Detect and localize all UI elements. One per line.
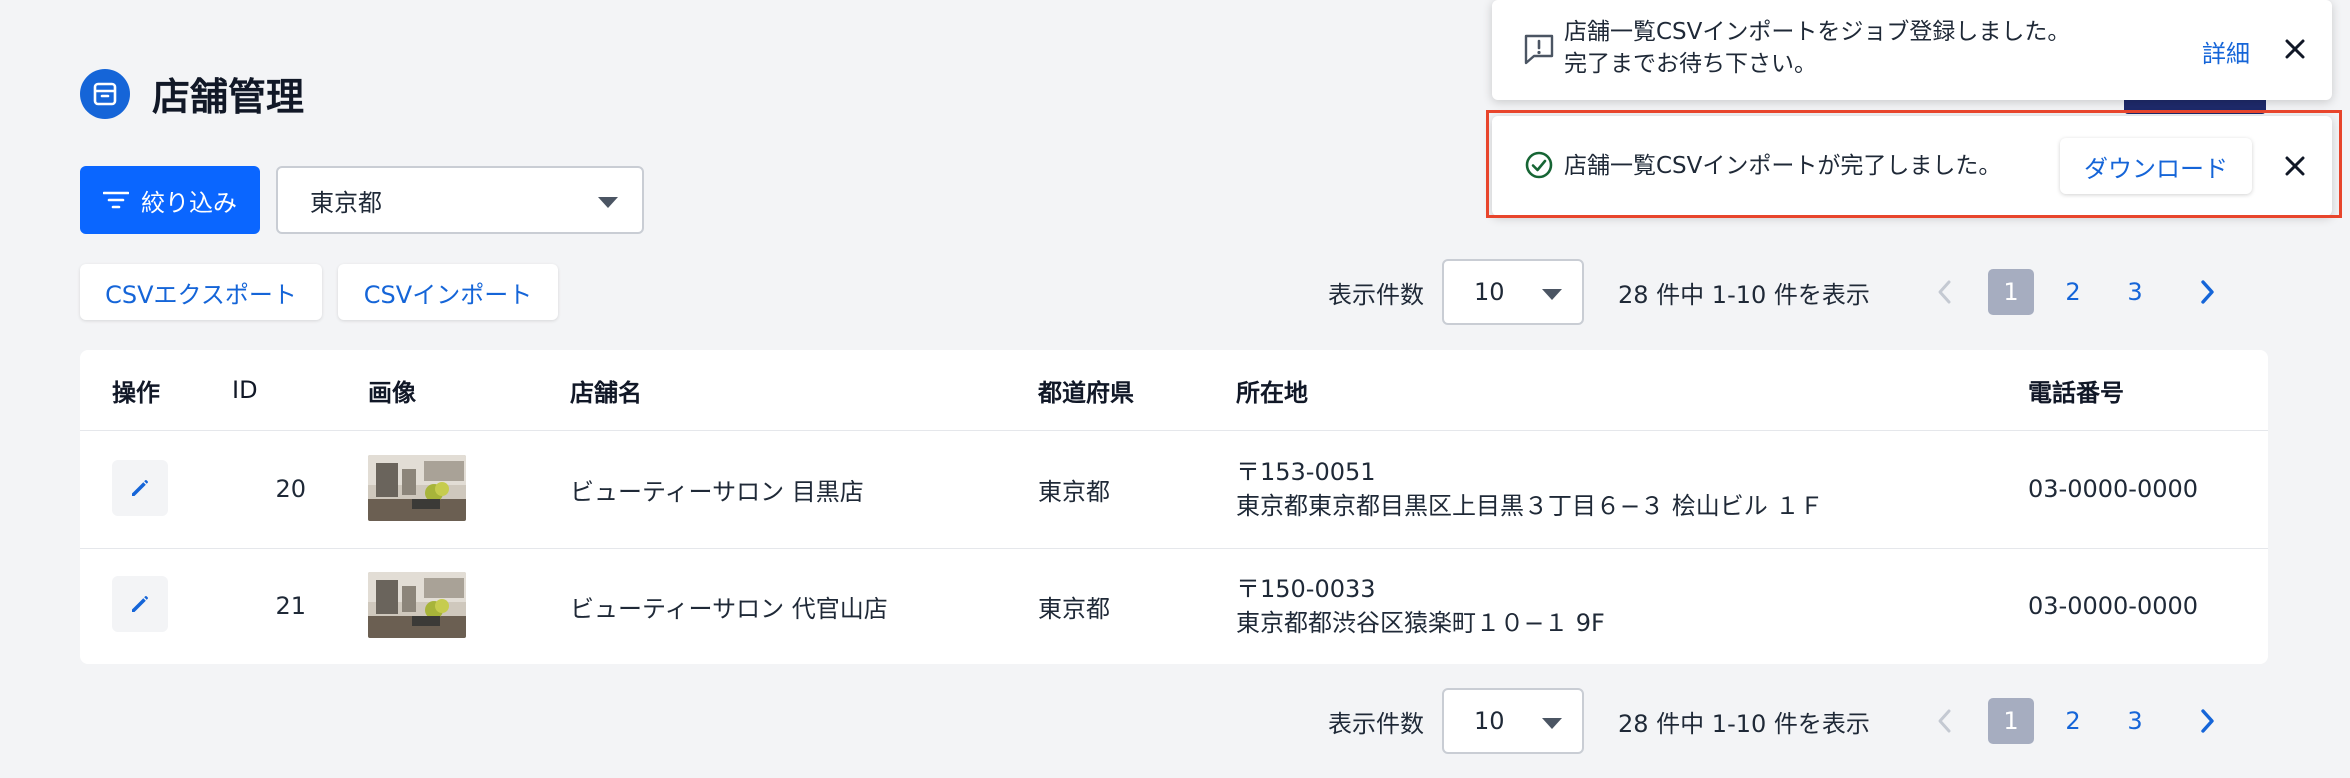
toast-line-1: 店舗一覧CSVインポートをジョブ登録しました。 <box>1564 19 2071 45</box>
page-3-button[interactable]: 3 <box>2112 698 2158 744</box>
chevron-right-icon <box>2201 709 2214 733</box>
page-1-button[interactable]: 1 <box>1988 698 2034 744</box>
header-address: 所在地 <box>1236 378 1308 407</box>
page-title: 店舗管理 <box>152 75 305 119</box>
pencil-icon <box>132 596 148 612</box>
toast-line-2: 完了までお待ち下さい。 <box>1564 51 1817 77</box>
chevron-left-icon <box>1938 280 1951 304</box>
archive-box-icon <box>80 68 130 119</box>
page-3-button[interactable]: 3 <box>2112 269 2158 315</box>
pencil-icon <box>132 480 148 496</box>
cell-address: 〒153-0051 東京都東京都目黒区上目黒３丁目６−３ 桧山ビル １Ｆ <box>1236 430 1823 548</box>
filter-button[interactable]: 絞り込み <box>80 166 260 234</box>
header-prefecture: 都道府県 <box>1038 378 1134 407</box>
cell-prefecture: 東京都 <box>1038 477 1110 506</box>
cell-store-name: ビューティーサロン 目黒店 <box>570 477 864 506</box>
filter-button-label: 絞り込み <box>141 188 237 217</box>
csv-export-label: CSVエクスポート <box>105 280 297 309</box>
header-actions: 操作 <box>112 378 160 407</box>
cell-prefecture: 東京都 <box>1038 594 1110 623</box>
cell-store-name: ビューティーサロン 代官山店 <box>570 594 888 623</box>
chevron-left-icon <box>1938 709 1951 733</box>
postal-code: 〒150-0033 <box>1236 575 1376 603</box>
row-divider <box>80 430 2268 431</box>
page-1-button[interactable]: 1 <box>1988 269 2034 315</box>
next-page-button[interactable] <box>2188 279 2228 305</box>
page-2-button[interactable]: 2 <box>2050 698 2096 744</box>
postal-code: 〒153-0051 <box>1236 458 1376 486</box>
page-2-button[interactable]: 2 <box>2050 269 2096 315</box>
header-store-name: 店舗名 <box>570 378 642 407</box>
header-image: 画像 <box>368 378 416 407</box>
prev-page-button[interactable] <box>1924 279 1964 305</box>
header-phone: 電話番号 <box>2028 378 2124 407</box>
per-page-value: 10 <box>1474 278 1505 306</box>
chevron-down-icon <box>1542 718 1562 729</box>
cell-id: 21 <box>275 592 306 620</box>
csv-import-label: CSVインポート <box>363 280 533 309</box>
filter-icon <box>103 191 129 209</box>
chevron-right-icon <box>2201 280 2214 304</box>
message-alert-icon <box>1524 34 1554 65</box>
chevron-down-icon <box>598 197 618 208</box>
store-thumbnail <box>368 455 466 521</box>
store-thumbnail <box>368 572 466 638</box>
toast-job-registered: 店舗一覧CSVインポートをジョブ登録しました。 完了までお待ち下さい。 詳細 <box>1492 0 2332 100</box>
per-page-select[interactable]: 10 <box>1442 259 1584 325</box>
pagination-top: 表示件数 10 28 件中 1-10 件を表示 1 2 3 <box>1328 259 2228 325</box>
store-table: 操作 ID 画像 店舗名 都道府県 所在地 電話番号 20 ビューティーサロン … <box>80 350 2268 664</box>
cell-phone: 03-0000-0000 <box>2028 592 2199 620</box>
highlight-annotation <box>1486 110 2342 218</box>
header-id: ID <box>232 376 258 404</box>
address-line: 東京都都渋谷区猿楽町１０−１ 9F <box>1236 609 1605 637</box>
csv-import-button[interactable]: CSVインポート <box>338 264 558 320</box>
prev-page-button[interactable] <box>1924 708 1964 734</box>
toast-detail-link[interactable]: 詳細 <box>2202 34 2250 69</box>
per-page-value: 10 <box>1474 707 1505 735</box>
edit-button[interactable] <box>112 460 168 516</box>
csv-export-button[interactable]: CSVエクスポート <box>80 264 322 320</box>
result-count: 28 件中 1-10 件を表示 <box>1618 280 1870 309</box>
cell-address: 〒150-0033 東京都都渋谷区猿楽町１０−１ 9F <box>1236 548 1605 664</box>
address-line: 東京都東京都目黒区上目黒３丁目６−３ 桧山ビル １Ｆ <box>1236 492 1824 520</box>
per-page-select[interactable]: 10 <box>1442 688 1584 754</box>
row-divider <box>80 548 2268 549</box>
toast-job-registered-message: 店舗一覧CSVインポートをジョブ登録しました。 完了までお待ち下さい。 <box>1564 16 2070 80</box>
edit-button[interactable] <box>112 576 168 632</box>
cell-id: 20 <box>275 475 306 503</box>
result-count: 28 件中 1-10 件を表示 <box>1618 709 1870 738</box>
per-page-label: 表示件数 <box>1328 280 1424 309</box>
close-icon[interactable] <box>2282 36 2308 62</box>
per-page-label: 表示件数 <box>1328 709 1424 738</box>
cell-phone: 03-0000-0000 <box>2028 475 2199 503</box>
prefecture-select-value: 東京都 <box>310 188 382 217</box>
chevron-down-icon <box>1542 289 1562 300</box>
next-page-button[interactable] <box>2188 708 2228 734</box>
prefecture-select[interactable]: 東京都 <box>276 166 644 234</box>
page-header: 店舗管理 <box>80 66 304 121</box>
pagination-bottom: 表示件数 10 28 件中 1-10 件を表示 1 2 3 <box>1328 688 2228 754</box>
